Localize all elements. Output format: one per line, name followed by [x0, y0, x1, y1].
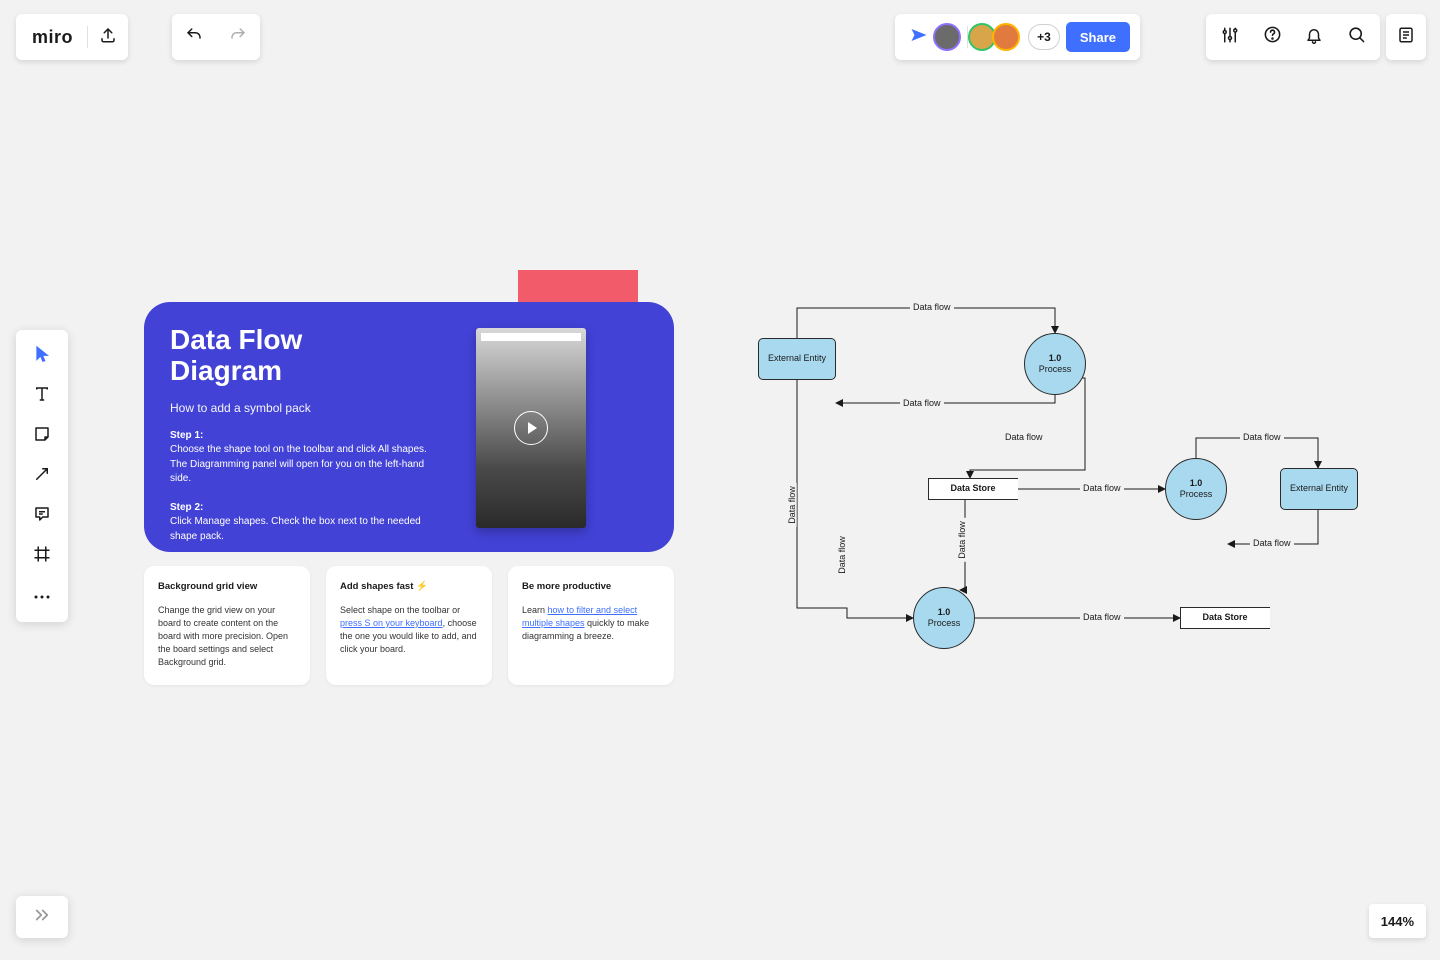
history-toolbar	[172, 14, 260, 60]
text-icon	[33, 385, 51, 408]
node-label: 1.0	[938, 607, 951, 618]
tip-body: Change the grid view on your board to cr…	[158, 604, 296, 669]
frame-tool[interactable]	[16, 536, 68, 576]
external-entity-node[interactable]: External Entity	[1280, 468, 1358, 510]
chevron-right-double-icon	[33, 908, 51, 927]
node-label: Process	[928, 618, 961, 629]
edge-label: Data flow	[957, 518, 967, 562]
help-button[interactable]	[1252, 14, 1292, 60]
data-store-node[interactable]: Data Store	[928, 478, 1018, 500]
tip-title: Add shapes fast ⚡	[340, 580, 478, 594]
utilities-toolbar	[1206, 14, 1380, 60]
more-collaborators-button[interactable]: +3	[1028, 24, 1060, 50]
notes-panel-button[interactable]	[1386, 14, 1426, 60]
edge-label: Data flow	[1080, 612, 1124, 622]
tip-title: Be more productive	[522, 580, 660, 594]
cursor-mode-button[interactable]	[907, 25, 931, 49]
collaborator-avatars[interactable]	[937, 23, 1020, 51]
tip-card[interactable]: Be more productive Learn how to filter a…	[508, 566, 674, 685]
expand-toolbar-button[interactable]	[16, 896, 68, 938]
node-label: Process	[1039, 364, 1072, 375]
node-label: Data Store	[950, 483, 995, 494]
notifications-button[interactable]	[1294, 14, 1334, 60]
tip-title: Background grid view	[158, 580, 296, 594]
template-info-card[interactable]: Data FlowDiagram How to add a symbol pac…	[144, 302, 674, 552]
edge-label: Data flow	[787, 483, 797, 527]
sticky-note-tool[interactable]	[16, 416, 68, 456]
left-toolbar	[16, 330, 68, 622]
cursor-icon	[34, 345, 50, 368]
line-tool[interactable]	[16, 456, 68, 496]
data-store-node[interactable]: Data Store	[1180, 607, 1270, 629]
node-label: 1.0	[1190, 478, 1203, 489]
redo-icon	[229, 26, 247, 49]
upload-icon	[99, 26, 117, 49]
process-node[interactable]: 1.0 Process	[1165, 458, 1227, 520]
notes-icon	[1397, 26, 1415, 49]
text-tool[interactable]	[16, 376, 68, 416]
arrow-icon	[33, 465, 51, 488]
process-node[interactable]: 1.0 Process	[1024, 333, 1086, 395]
search-icon	[1347, 25, 1366, 49]
external-entity-node[interactable]: External Entity	[758, 338, 836, 380]
tip-cards-row: Background grid view Change the grid vie…	[144, 566, 674, 685]
redo-button[interactable]	[216, 14, 260, 60]
frame-icon	[33, 545, 51, 568]
tip-body: Select shape on the toolbar or press S o…	[340, 604, 478, 656]
undo-icon	[185, 26, 203, 49]
avatar[interactable]	[933, 23, 961, 51]
node-label: Data Store	[1202, 612, 1247, 623]
more-icon	[33, 587, 51, 605]
edge-label: Data flow	[900, 398, 944, 408]
cursor-send-icon	[910, 27, 928, 48]
undo-button[interactable]	[172, 14, 216, 60]
help-icon	[1263, 25, 1282, 49]
zoom-level[interactable]: 144%	[1369, 904, 1426, 938]
tutorial-video-thumbnail[interactable]	[476, 328, 586, 528]
tip-card[interactable]: Background grid view Change the grid vie…	[144, 566, 310, 685]
bell-icon	[1305, 26, 1323, 49]
search-button[interactable]	[1336, 14, 1376, 60]
play-icon	[514, 411, 548, 445]
top-left-toolbar: miro	[16, 14, 128, 60]
miro-logo[interactable]: miro	[16, 27, 87, 48]
data-flow-diagram[interactable]: External Entity 1.0 Process Data Store 1…	[750, 300, 1390, 640]
process-node[interactable]: 1.0 Process	[913, 587, 975, 649]
tip-link[interactable]: press S on your keyboard	[340, 618, 443, 628]
collaboration-toolbar: +3 Share	[895, 14, 1140, 60]
edge-label: Data flow	[910, 302, 954, 312]
node-label: External Entity	[768, 353, 826, 364]
tip-card[interactable]: Add shapes fast ⚡ Select shape on the to…	[326, 566, 492, 685]
tip-body: Learn how to filter and select multiple …	[522, 604, 660, 643]
avatar[interactable]	[992, 23, 1020, 51]
node-label: 1.0	[1049, 353, 1062, 364]
step-1: Step 1: Choose the shape tool on the too…	[170, 429, 430, 487]
edge-label: Data flow	[1002, 432, 1046, 442]
comment-icon	[33, 505, 51, 528]
sticky-note-icon	[33, 425, 51, 448]
sliders-icon	[1221, 26, 1239, 49]
comment-tool[interactable]	[16, 496, 68, 536]
settings-button[interactable]	[1210, 14, 1250, 60]
more-tools[interactable]	[16, 576, 68, 616]
edge-label: Data flow	[1080, 483, 1124, 493]
share-button[interactable]: Share	[1066, 22, 1130, 52]
edge-label: Data flow	[1250, 538, 1294, 548]
edge-label: Data flow	[837, 533, 847, 577]
node-label: Process	[1180, 489, 1213, 500]
select-tool[interactable]	[16, 336, 68, 376]
step-2: Step 2: Click Manage shapes. Check the b…	[170, 501, 430, 545]
node-label: External Entity	[1290, 483, 1348, 494]
edge-label: Data flow	[1240, 432, 1284, 442]
export-button[interactable]	[88, 14, 128, 60]
